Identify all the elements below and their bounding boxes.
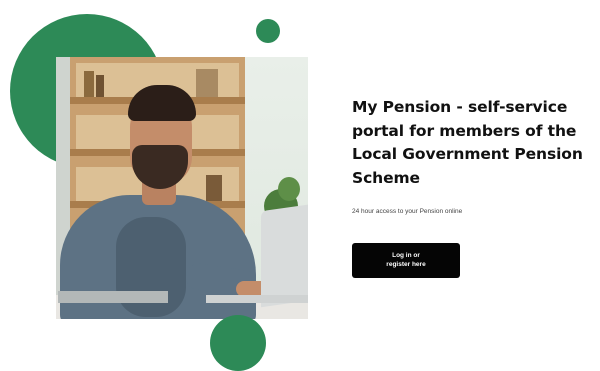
decorative-green-circle-small xyxy=(256,19,280,43)
login-register-button-label: Log in or register here xyxy=(386,252,426,268)
decorative-green-circle-bottom xyxy=(210,315,266,371)
hero-photo xyxy=(56,57,308,319)
hero-content: My Pension - self-service portal for mem… xyxy=(352,96,600,215)
photo-laptop xyxy=(261,202,308,308)
photo-notebook xyxy=(58,291,168,303)
login-register-button[interactable]: Log in or register here xyxy=(352,243,460,278)
page-subtitle: 24 hour access to your Pension online xyxy=(352,208,463,215)
page-title: My Pension - self-service portal for mem… xyxy=(352,98,583,187)
